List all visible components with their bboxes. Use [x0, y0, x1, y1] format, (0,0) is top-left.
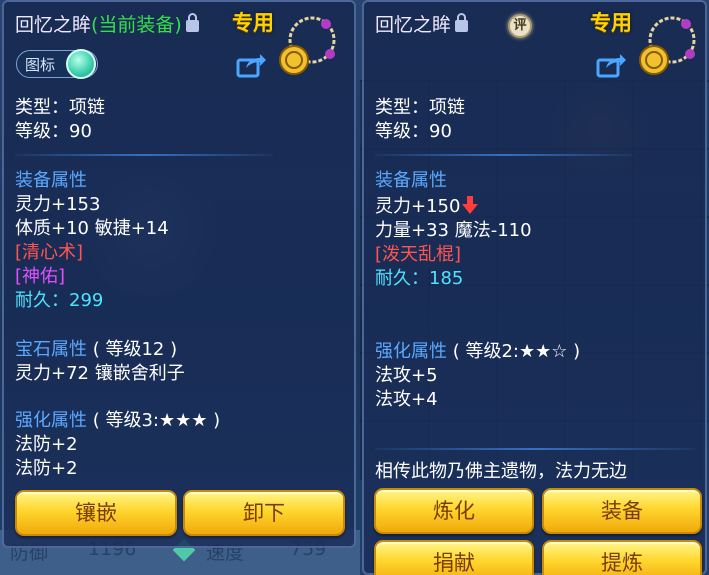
inlay-button[interactable]: 镶嵌: [15, 490, 177, 536]
enhance-attr-header: 强化属性 ( 等级3:★★★ ): [15, 410, 221, 431]
donate-button[interactable]: 捐献: [374, 540, 534, 575]
gem-attr-header: 宝石属性 ( 等级12 ): [15, 339, 178, 360]
necklace-icon: [639, 16, 696, 75]
enhance-line: 法防+2: [15, 434, 78, 455]
item-title: 回忆之眸: [375, 10, 469, 40]
unequip-button[interactable]: 卸下: [183, 490, 345, 536]
lock-icon: [185, 13, 199, 32]
equipped-item-tooltip: 回忆之眸(当前装备) 专用 图标 类型：项链 等级：90 装备属性 灵力+153…: [2, 0, 356, 548]
refine-button[interactable]: 炼化: [374, 488, 534, 534]
item-description: 相传此物乃佛主遗物，法力无边: [375, 461, 627, 482]
share-icon[interactable]: [596, 52, 626, 78]
compare-item-tooltip: 回忆之眸 评 专用 类型：项链 等级：90 装备属性 灵力+150 力量+33 …: [362, 0, 707, 575]
durability-line: 耐久：299: [15, 290, 104, 311]
attr-line: 灵力+153: [15, 194, 101, 215]
enhance-line: 法攻+4: [375, 389, 438, 410]
divider: [15, 154, 273, 156]
enhance-attr-header: 强化属性 ( 等级2:★★☆ ): [375, 341, 581, 362]
toggle-knob: [66, 49, 96, 79]
durability-line: 耐久：185: [375, 268, 464, 289]
exclusive-label: 专用: [232, 11, 274, 35]
equip-button[interactable]: 装备: [542, 488, 702, 534]
attr-line: 灵力+150: [375, 195, 479, 219]
share-icon[interactable]: [236, 52, 266, 78]
extract-button[interactable]: 提炼: [542, 540, 702, 575]
equip-attr-header: 装备属性: [375, 170, 447, 191]
necklace-icon: [279, 16, 336, 75]
icon-toggle-label: 图标: [25, 56, 56, 74]
exclusive-label: 专用: [590, 11, 632, 35]
lock-icon: [455, 13, 469, 32]
down-arrow-icon: [462, 196, 479, 214]
enhance-line: 法攻+5: [375, 365, 438, 386]
item-level: 等级：90: [15, 121, 92, 142]
item-type: 类型：项链: [15, 97, 105, 118]
gem-attr-line: 灵力+72 镶嵌舍利子: [15, 363, 185, 384]
skill-line: [神佑]: [15, 266, 66, 287]
skill-line: [清心术]: [15, 242, 84, 263]
divider: [375, 154, 633, 156]
item-title: 回忆之眸(当前装备): [15, 10, 199, 40]
divider: [375, 448, 695, 450]
item-level: 等级：90: [375, 121, 452, 142]
skill-line: [泼天乱棍]: [375, 244, 462, 265]
attr-line: 体质+10 敏捷+14: [15, 218, 169, 239]
equip-attr-header: 装备属性: [15, 170, 87, 191]
attr-line: 力量+33 魔法-110: [375, 220, 532, 241]
item-type: 类型：项链: [375, 97, 465, 118]
icon-toggle[interactable]: 图标: [16, 49, 98, 79]
rating-icon[interactable]: 评: [508, 14, 532, 38]
enhance-line: 法防+2: [15, 458, 78, 479]
